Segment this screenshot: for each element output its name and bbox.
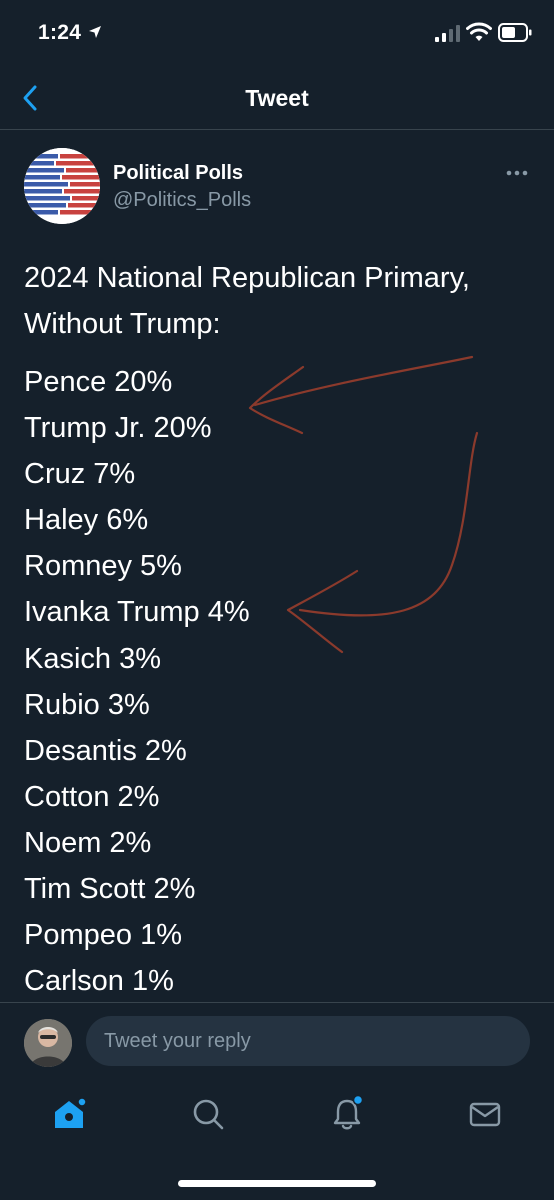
- author-name[interactable]: Political Polls: [113, 162, 243, 185]
- poll-line: Romney 5%: [24, 550, 182, 583]
- tweet-intro: 2024 National Republican Primary, Withou…: [24, 262, 470, 340]
- user-photo-icon: [24, 1019, 72, 1067]
- poll-line: Haley 6%: [24, 504, 149, 537]
- user-avatar[interactable]: [24, 1019, 72, 1067]
- more-options-button[interactable]: [502, 163, 532, 183]
- poll-line: Noem 2%: [24, 826, 152, 859]
- bottom-tab-bar: [0, 1078, 554, 1200]
- search-icon: [193, 1099, 224, 1130]
- tab-messages[interactable]: [465, 1094, 505, 1134]
- home-icon: [55, 1097, 87, 1128]
- poll-line: Cruz 7%: [24, 458, 136, 491]
- poll-line: Pompeo 1%: [24, 919, 182, 952]
- poll-line: Tim Scott 2%: [24, 873, 196, 906]
- status-bar: 1:24: [0, 0, 554, 70]
- author-handle[interactable]: @Politics_Polls: [113, 189, 251, 212]
- cellular-signal-icon: [435, 25, 460, 42]
- reply-input[interactable]: [86, 1016, 530, 1066]
- tweet-text: 2024 National Republican Primary, Withou…: [24, 255, 534, 1004]
- nav-header: Tweet: [0, 70, 554, 130]
- author-avatar[interactable]: [24, 148, 100, 224]
- battery-icon: [498, 23, 532, 42]
- mail-icon: [469, 1102, 501, 1127]
- location-arrow-icon: [89, 26, 101, 38]
- poll-line: Desantis 2%: [24, 734, 187, 767]
- bell-icon: [333, 1095, 364, 1130]
- tab-notifications[interactable]: [327, 1094, 367, 1134]
- wifi-icon: [466, 22, 492, 41]
- home-indicator: [178, 1180, 376, 1187]
- poll-line: Pence 20%: [24, 366, 173, 398]
- tab-search[interactable]: [188, 1094, 228, 1134]
- status-time: 1:24: [38, 21, 82, 44]
- page-title: Tweet: [245, 85, 309, 111]
- poll-bars-logo-icon: [24, 148, 100, 224]
- poll-line: Kasich 3%: [24, 642, 162, 675]
- poll-line: Trump Jr. 20%: [24, 412, 212, 445]
- tab-home[interactable]: [49, 1094, 89, 1134]
- poll-results-list: Pence 20% Trump Jr. 20% Cruz 7% Haley 6%…: [24, 359, 534, 1004]
- poll-line: Cotton 2%: [24, 780, 160, 813]
- reply-bar: [0, 1002, 554, 1078]
- poll-line: Carlson 1%: [24, 965, 174, 998]
- poll-line: Ivanka Trump 4%: [24, 596, 250, 629]
- more-horizontal-icon: [506, 170, 528, 176]
- tweet-detail-screen: 1:24 Tweet Political Polls @Politics_Pol…: [0, 0, 554, 1200]
- poll-line: Rubio 3%: [24, 688, 150, 721]
